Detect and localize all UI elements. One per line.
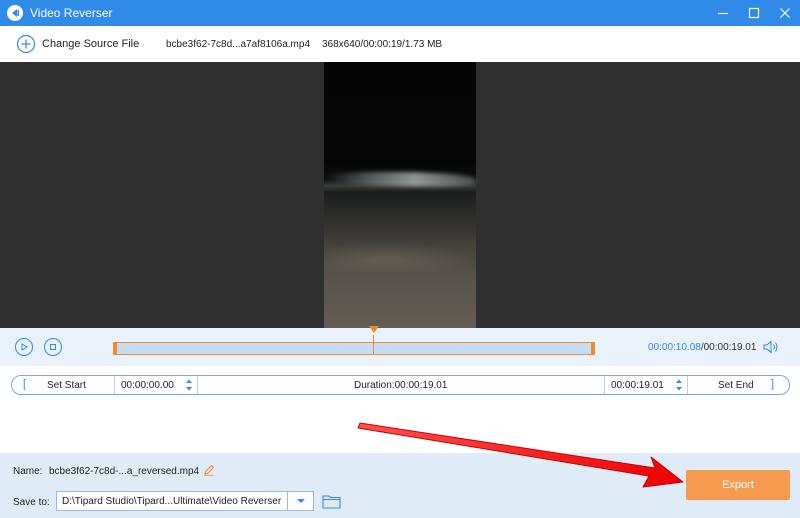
source-bar: Change Source File bcbe3f62-7c8d...a7af8… (0, 26, 800, 62)
volume-icon[interactable] (763, 340, 779, 354)
add-circle-icon[interactable] (16, 34, 36, 54)
play-button[interactable] (15, 338, 33, 356)
save-path-select[interactable]: D:\Tipard Studio\Tipard...Ultimate\Video… (56, 491, 314, 511)
source-file-meta: 368x640/00:00:19/1.73 MB (322, 39, 443, 50)
timeline-start-handle[interactable] (113, 342, 117, 355)
minimize-button[interactable] (707, 0, 738, 26)
window-title: Video Reverser (30, 6, 113, 20)
timeline-playhead[interactable] (369, 326, 380, 355)
start-bracket-icon: [ (23, 378, 27, 390)
playback-bar: 00:00:10.08/00:00:19.01 (0, 326, 800, 366)
end-bracket-icon: ] (771, 378, 775, 390)
edit-pencil-icon[interactable] (203, 464, 215, 476)
divider (197, 376, 198, 394)
end-time-field[interactable]: 00:00:19.01 (611, 376, 664, 394)
video-sand-texture (324, 242, 476, 272)
video-preview-area (0, 62, 800, 328)
app-logo-icon (7, 5, 23, 21)
trim-controls: [ Set Start 00:00:00.00 Duration:00:00:1… (11, 375, 790, 395)
name-label: Name: (13, 466, 43, 477)
export-button[interactable]: Export (686, 470, 790, 500)
maximize-icon (748, 7, 759, 19)
source-file-name: bcbe3f62-7c8d...a7af8106a.mp4 (166, 39, 310, 50)
minimize-icon (717, 12, 728, 15)
maximize-button[interactable] (738, 0, 769, 26)
time-readout: 00:00:10.08/00:00:19.01 (648, 342, 756, 353)
timeline-end-handle[interactable] (591, 342, 595, 355)
divider (687, 376, 688, 394)
timeline-track[interactable] (113, 326, 595, 355)
total-time: /00:00:19.01 (700, 342, 757, 353)
close-icon (779, 8, 790, 18)
end-time-spinner-icon[interactable] (675, 378, 683, 392)
set-end-button[interactable]: Set End (718, 376, 754, 394)
change-source-file-button[interactable]: Change Source File (42, 38, 139, 50)
output-name-field[interactable]: bcbe3f62-7c8d-...a_reversed.mp4 (49, 466, 199, 477)
video-frame[interactable] (324, 62, 476, 328)
playhead-marker (369, 326, 380, 333)
set-start-button[interactable]: Set Start (47, 376, 86, 394)
play-icon (21, 343, 28, 351)
close-button[interactable] (769, 0, 800, 26)
divider (114, 376, 115, 394)
title-bar: Video Reverser (0, 0, 800, 26)
duration-display: Duration:00:00:19.01 (354, 379, 448, 391)
open-folder-icon[interactable] (322, 494, 341, 509)
current-time: 00:00:10.08 (648, 342, 701, 353)
export-label: Export (722, 479, 754, 491)
start-time-field[interactable]: 00:00:00.00 (121, 376, 174, 394)
start-time-spinner-icon[interactable] (185, 378, 193, 392)
save-path-value: D:\Tipard Studio\Tipard...Ultimate\Video… (62, 495, 282, 507)
divider (604, 376, 605, 394)
stop-button[interactable] (44, 338, 62, 356)
chevron-down-icon (296, 499, 305, 503)
blank-panel (0, 395, 800, 453)
stop-icon (50, 344, 56, 350)
save-to-label: Save to: (13, 497, 50, 508)
save-path-dropdown-button[interactable] (287, 492, 313, 510)
video-wave-highlight (324, 172, 476, 186)
